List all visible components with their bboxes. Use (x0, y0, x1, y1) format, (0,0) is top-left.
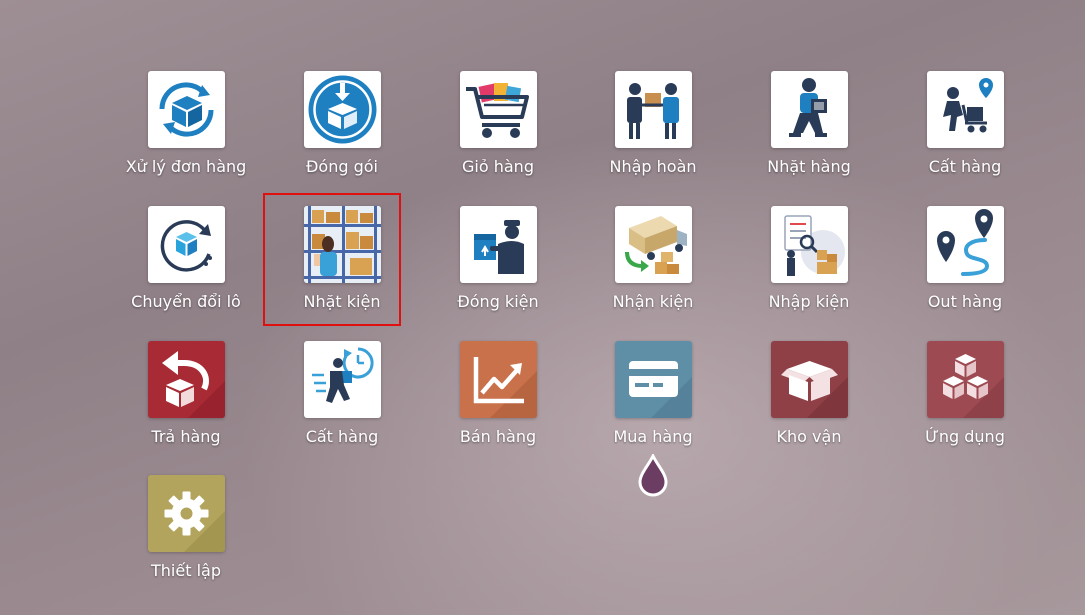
app-label: Nhận kiện (612, 292, 694, 311)
app-label: Giỏ hàng (462, 157, 534, 176)
trend-chart-icon (459, 341, 537, 418)
checklist-worker-icon (770, 206, 848, 283)
shopping-cart-icon (459, 71, 537, 148)
app-cat-hang[interactable]: Cất hàng (895, 71, 1035, 191)
app-mua-hang[interactable]: Mua hàng (583, 341, 723, 461)
running-box-clock-icon (303, 341, 381, 418)
app-label: Chuyển đổi lô (131, 292, 241, 311)
app-label: Ứng dụng (925, 427, 1005, 446)
app-label: Đóng gói (306, 157, 378, 176)
app-label: Nhặt kiện (303, 292, 381, 311)
app-cat-hang-2[interactable]: Cất hàng (272, 341, 412, 461)
worker-pushing-cart-icon (926, 71, 1004, 148)
app-label: Nhập kiện (768, 292, 850, 311)
app-tra-hang[interactable]: Trả hàng (116, 341, 256, 461)
package-download-icon (303, 71, 381, 148)
app-nhat-kien[interactable]: Nhặt kiện (272, 206, 412, 326)
app-dong-kien[interactable]: Đóng kiện (428, 206, 568, 326)
credit-card-icon (614, 341, 692, 418)
app-label: Đóng kiện (457, 292, 539, 311)
app-kho-van[interactable]: Kho vận (739, 341, 879, 461)
app-nhap-hoan[interactable]: Nhập hoàn (583, 71, 723, 191)
app-label: Nhập hoàn (609, 157, 697, 176)
app-label: Bán hàng (459, 427, 537, 446)
droplet-icon (638, 454, 668, 497)
worker-carrying-box-icon (770, 71, 848, 148)
app-label: Xử lý đơn hàng (125, 157, 247, 176)
open-box-icon (770, 341, 848, 418)
return-box-icon (147, 341, 225, 418)
app-label: Out hàng (927, 292, 1003, 311)
app-dong-goi[interactable]: Đóng gói (272, 71, 412, 191)
app-ban-hang[interactable]: Bán hàng (428, 341, 568, 461)
warehouse-shelves-icon (303, 206, 381, 283)
route-pin-icon (926, 206, 1004, 283)
app-gio-hang[interactable]: Giỏ hàng (428, 71, 568, 191)
box-rotate-icon (147, 206, 225, 283)
app-ung-dung[interactable]: Ứng dụng (895, 341, 1035, 461)
stacked-cubes-icon (926, 341, 1004, 418)
app-label: Mua hàng (613, 427, 693, 446)
worker-packing-icon (459, 206, 537, 283)
app-label: Thiết lập (151, 561, 221, 580)
app-label: Nhặt hàng (767, 157, 851, 176)
app-label: Kho vận (776, 427, 842, 446)
gear-icon (147, 475, 225, 552)
app-xu-ly-don-hang[interactable]: Xử lý đơn hàng (116, 71, 256, 191)
app-out-hang[interactable]: Out hàng (895, 206, 1035, 326)
delivery-handover-icon (614, 71, 692, 148)
delivery-truck-icon (614, 206, 692, 283)
app-nhat-hang[interactable]: Nhặt hàng (739, 71, 879, 191)
app-label: Cất hàng (305, 427, 379, 446)
app-label: Trả hàng (151, 427, 221, 446)
app-thiet-lap[interactable]: Thiết lập (116, 475, 256, 595)
app-label: Cất hàng (928, 157, 1002, 176)
app-nhap-kien[interactable]: Nhập kiện (739, 206, 879, 326)
app-chuyen-doi-lo[interactable]: Chuyển đổi lô (116, 206, 256, 326)
app-grid: Xử lý đơn hàng Đóng gói Giỏ hàng Nhập ho… (0, 0, 1085, 615)
box-sync-icon (147, 71, 225, 148)
app-nhan-kien[interactable]: Nhận kiện (583, 206, 723, 326)
